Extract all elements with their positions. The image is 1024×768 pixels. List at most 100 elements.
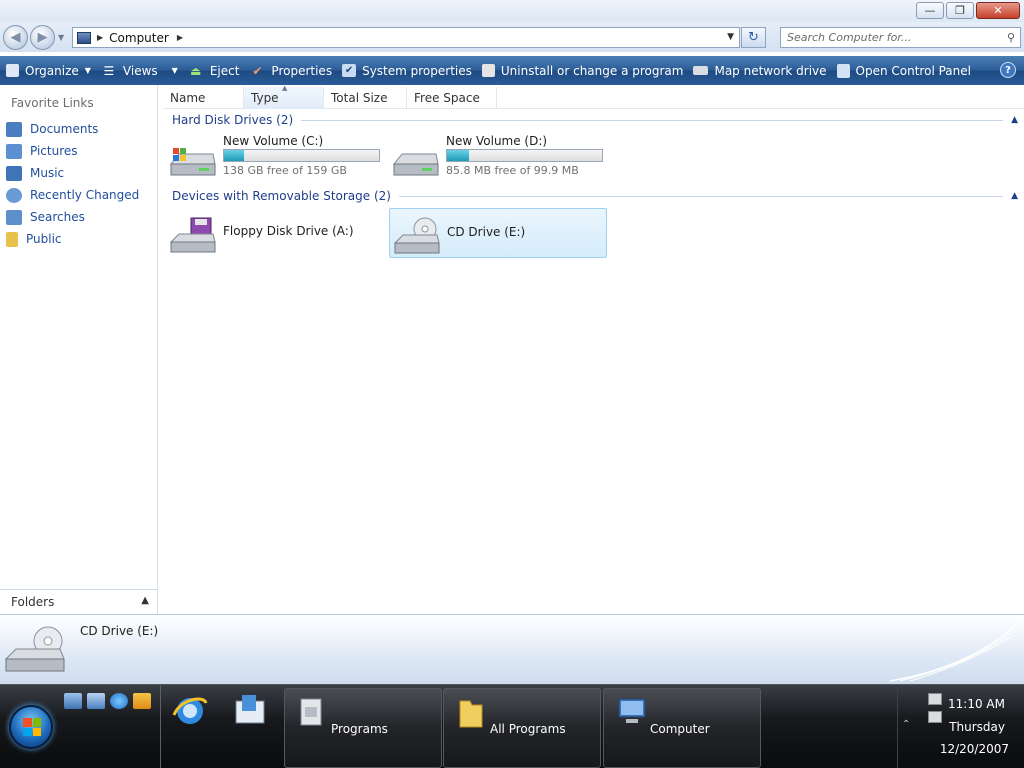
sidebar-item-recently-changed[interactable]: Recently Changed bbox=[6, 184, 139, 206]
eject-button[interactable]: ⏏ Eject bbox=[188, 63, 240, 78]
column-header-type[interactable]: ▲ Type bbox=[244, 84, 324, 109]
programs-icon bbox=[300, 698, 322, 726]
maximize-button[interactable]: ❐ bbox=[946, 2, 974, 19]
properties-button[interactable]: ✔ Properties bbox=[249, 64, 332, 78]
drive-tile-c[interactable]: New Volume (C:) 138 GB free of 159 GB bbox=[166, 132, 384, 182]
search-input[interactable] bbox=[787, 31, 997, 44]
volume-muted-icon[interactable] bbox=[928, 711, 942, 723]
drive-tile-e[interactable]: CD Drive (E:) bbox=[389, 208, 607, 258]
minimize-button[interactable]: — bbox=[916, 2, 944, 19]
views-label: Views bbox=[122, 63, 158, 78]
search-box[interactable]: ⚲ bbox=[780, 27, 1021, 48]
taskbar: Programs All Programs Computer ⌃ 11:10 A… bbox=[0, 684, 1024, 768]
sidebar-item-public[interactable]: Public bbox=[6, 228, 139, 250]
forward-arrow-icon: ▶ bbox=[37, 30, 48, 45]
clock-day[interactable]: Thursday bbox=[949, 720, 1005, 734]
drive-name: New Volume (D:) bbox=[446, 134, 548, 148]
uninstall-program-button[interactable]: Uninstall or change a program bbox=[481, 64, 683, 78]
taskbar-button-all-programs[interactable]: All Programs bbox=[443, 688, 601, 768]
clock-time[interactable]: 11:10 AM bbox=[948, 697, 1005, 711]
sidebar-item-documents[interactable]: Documents bbox=[6, 118, 139, 140]
taskbar-button-computer[interactable]: Computer bbox=[603, 688, 761, 768]
system-properties-icon: ✔ bbox=[342, 64, 357, 77]
task-label: Computer bbox=[650, 722, 710, 736]
address-dropdown-icon[interactable]: ▼ bbox=[727, 32, 734, 42]
pictures-icon bbox=[6, 143, 22, 159]
properties-label: Properties bbox=[271, 63, 333, 78]
group-divider bbox=[398, 195, 1004, 197]
help-button[interactable]: ? bbox=[1000, 62, 1016, 78]
hard-drive-icon bbox=[392, 153, 439, 176]
computer-icon bbox=[77, 31, 91, 44]
column-header-label: Total Size bbox=[331, 91, 388, 105]
clock-date[interactable]: 12/20/2007 bbox=[940, 742, 1009, 756]
sidebar-item-label: Public bbox=[26, 232, 62, 246]
show-hidden-icons-icon[interactable]: ⌃ bbox=[902, 719, 910, 730]
group-divider bbox=[301, 119, 1004, 121]
favorite-links-list: Documents Pictures Music Recently Change… bbox=[6, 118, 139, 250]
drive-tile-a[interactable]: Floppy Disk Drive (A:) bbox=[166, 208, 384, 258]
column-header-total-size[interactable]: Total Size bbox=[324, 87, 407, 109]
views-button[interactable]: ☰ Views ▼ bbox=[101, 64, 178, 78]
column-header-label: Type bbox=[251, 91, 279, 105]
internet-explorer-icon[interactable] bbox=[110, 693, 128, 709]
switch-windows-icon[interactable] bbox=[87, 693, 105, 709]
eject-icon: ⏏ bbox=[190, 63, 202, 78]
refresh-icon: ↻ bbox=[748, 30, 759, 45]
map-network-drive-button[interactable]: Map network drive bbox=[693, 64, 827, 78]
drive-name: CD Drive (E:) bbox=[447, 225, 526, 239]
forward-button[interactable]: ▶ bbox=[30, 25, 55, 50]
drive-usage-fill bbox=[224, 150, 245, 161]
navigation-bar: ◀ ▶ ▼ ▶ Computer ▶ ▼ ↻ ⚲ bbox=[0, 22, 1024, 52]
column-header-label: Free Space bbox=[414, 91, 480, 105]
sidebar-item-label: Recently Changed bbox=[30, 188, 140, 202]
close-button[interactable]: ✕ bbox=[976, 2, 1020, 19]
back-button[interactable]: ◀ bbox=[3, 25, 28, 50]
navigation-pane: Favorite Links Documents Pictures Music … bbox=[0, 85, 158, 614]
show-desktop-icon[interactable] bbox=[64, 693, 82, 709]
folder-icon bbox=[459, 700, 483, 728]
sidebar-item-music[interactable]: Music bbox=[6, 162, 139, 184]
internet-explorer-icon[interactable] bbox=[170, 691, 210, 731]
sidebar-item-searches[interactable]: Searches bbox=[6, 206, 139, 228]
address-bar[interactable]: ▶ Computer ▶ ▼ bbox=[72, 27, 740, 48]
organize-icon bbox=[6, 64, 19, 77]
breadcrumb-computer[interactable]: Computer bbox=[109, 31, 169, 45]
organize-label: Organize bbox=[25, 63, 79, 78]
column-header-name[interactable]: Name bbox=[163, 87, 244, 109]
open-control-panel-label: Open Control Panel bbox=[855, 63, 971, 78]
sidebar-item-pictures[interactable]: Pictures bbox=[6, 140, 139, 162]
cd-drive-icon bbox=[393, 217, 440, 254]
windows-mail-icon[interactable] bbox=[230, 691, 270, 731]
eject-label: Eject bbox=[209, 63, 240, 78]
properties-icon: ✔ bbox=[252, 63, 263, 78]
breadcrumb-arrow-icon[interactable]: ▶ bbox=[97, 33, 103, 42]
chevron-up-icon[interactable]: ▲ bbox=[1011, 191, 1018, 201]
taskbar-separator bbox=[160, 685, 161, 768]
open-control-panel-button[interactable]: Open Control Panel bbox=[836, 63, 971, 78]
recent-pages-dropdown-icon[interactable]: ▼ bbox=[58, 33, 64, 42]
floppy-drive-icon bbox=[169, 217, 216, 253]
chevron-up-icon[interactable]: ▲ bbox=[1011, 115, 1018, 125]
search-icon[interactable]: ⚲ bbox=[1007, 31, 1015, 44]
chevron-up-icon: ▲ bbox=[141, 595, 149, 606]
folders-toggle[interactable]: Folders ▲ bbox=[0, 589, 157, 614]
network-status-icon[interactable] bbox=[928, 693, 942, 705]
chevron-down-icon: ▼ bbox=[171, 66, 178, 75]
media-player-icon[interactable] bbox=[133, 693, 151, 709]
system-properties-button[interactable]: ✔ System properties bbox=[342, 64, 472, 78]
group-header-hard-disk-drives[interactable]: Hard Disk Drives (2) ▲ bbox=[172, 111, 1022, 129]
refresh-button[interactable]: ↻ bbox=[741, 27, 766, 48]
organize-button[interactable]: Organize ▼ bbox=[6, 64, 91, 78]
column-header-free-space[interactable]: Free Space bbox=[407, 87, 497, 109]
sidebar-item-label: Pictures bbox=[30, 144, 78, 158]
window-controls: — ❐ ✕ bbox=[914, 2, 1020, 19]
start-button[interactable] bbox=[9, 705, 53, 749]
drive-tile-d[interactable]: New Volume (D:) 85.8 MB free of 99.9 MB bbox=[389, 132, 607, 182]
taskbar-button-programs[interactable]: Programs bbox=[284, 688, 442, 768]
title-bar: — ❐ ✕ bbox=[0, 0, 1024, 22]
group-header-removable-storage[interactable]: Devices with Removable Storage (2) ▲ bbox=[172, 187, 1022, 205]
drive-usage-bar bbox=[446, 149, 603, 162]
documents-icon bbox=[6, 121, 22, 137]
breadcrumb-arrow-icon[interactable]: ▶ bbox=[177, 33, 183, 42]
